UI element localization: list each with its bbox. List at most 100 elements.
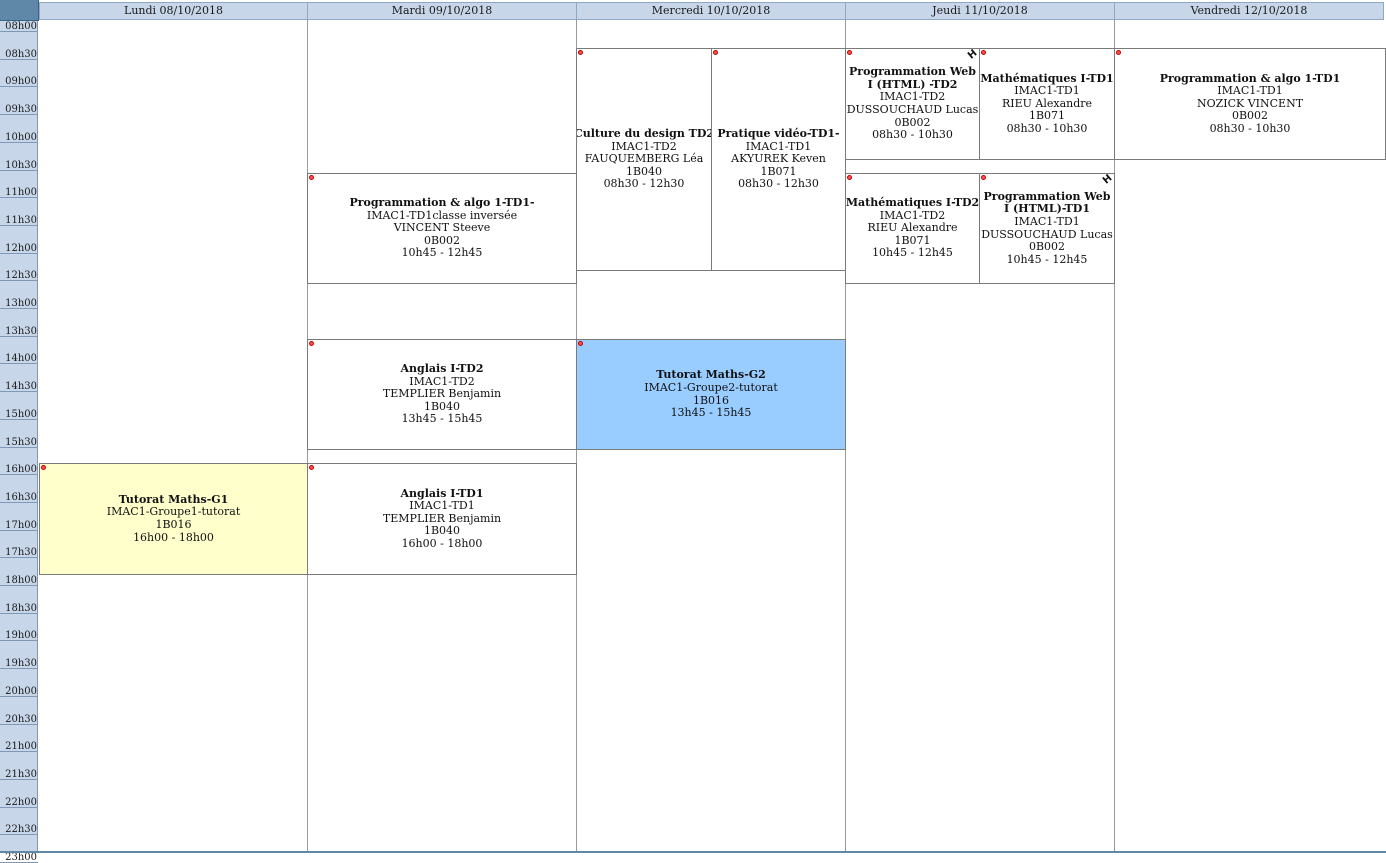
event-time: 13h45 - 15h45 <box>670 406 752 420</box>
status-dot-icon <box>713 50 718 55</box>
event-teacher: DUSSOUCHAUD Lucas <box>846 103 979 116</box>
event-group: IMAC1-TD1 <box>1014 84 1080 98</box>
event-room: 0B002 <box>1028 240 1066 254</box>
time-column: 08h00 08h30 09h00 09h30 10h00 10h30 11h00 11h30… <box>0 21 38 863</box>
time-label: 08h30 <box>5 48 37 60</box>
time-label: 22h00 <box>5 796 37 808</box>
time-label: 20h30 <box>5 713 37 725</box>
event-time: 16h00 - 18h00 <box>133 530 214 544</box>
event-time: 08h30 - 10h30 <box>1209 121 1291 135</box>
time-label: 20h00 <box>5 685 37 697</box>
time-label: 18h00 <box>5 575 37 586</box>
status-dot-icon <box>309 341 314 346</box>
event-pratique-video-td1[interactable]: Pratique vidéo-TD1- IMAC1-TD1 AKYUREK Ke… <box>711 48 846 271</box>
day-header-jeudi: Jeudi 11/10/2018 <box>845 2 1115 20</box>
time-label: 09h30 <box>5 104 37 116</box>
time-label: 13h00 <box>5 298 37 309</box>
time-label: 13h30 <box>5 325 37 337</box>
time-label: 23h00 <box>5 852 37 863</box>
time-label: 16h30 <box>5 491 37 503</box>
event-mathematiques-td2[interactable]: Mathématiques I-TD2 IMAC1-TD2 RIEU Alexa… <box>845 173 980 284</box>
event-programmation-algo-td1[interactable]: Programmation & algo 1-TD1- IMAC1-TD1cla… <box>307 173 577 284</box>
event-group: IMAC1-Groupe2-tutorat <box>644 380 778 394</box>
time-label: 15h00 <box>5 408 37 420</box>
event-time: 08h30 - 10h30 <box>872 128 953 142</box>
event-room: 1B071 <box>1028 109 1066 123</box>
time-label: 21h00 <box>5 741 37 753</box>
day-header-mardi: Mardi 09/10/2018 <box>307 2 577 20</box>
event-programmation-web-td2[interactable]: H Programmation Web I (HTML) -TD2 IMAC1-… <box>845 48 980 160</box>
status-dot-icon <box>847 175 852 180</box>
event-group: IMAC1-TD1 <box>409 499 475 513</box>
event-mathematiques-td1[interactable]: Mathématiques I-TD1 IMAC1-TD1 RIEU Alexa… <box>979 48 1115 160</box>
event-time: 08h30 - 12h30 <box>603 177 685 191</box>
time-label: 08h00 <box>5 21 37 32</box>
event-title: Anglais I-TD2 <box>400 362 484 376</box>
timetable: Lundi 08/10/2018 Mardi 09/10/2018 Mercre… <box>0 0 1386 863</box>
time-label: 10h00 <box>5 131 37 143</box>
event-title: Pratique vidéo-TD1- <box>717 127 840 141</box>
status-dot-icon <box>981 50 986 55</box>
time-label: 11h00 <box>5 187 37 199</box>
event-group: IMAC1-TD1 <box>1217 84 1283 98</box>
event-anglais-td2[interactable]: Anglais I-TD2 IMAC1-TD2 TEMPLIER Benjami… <box>307 339 577 450</box>
time-label: 09h00 <box>5 76 37 88</box>
time-label: 12h30 <box>5 270 37 282</box>
status-dot-icon <box>309 465 314 470</box>
event-time: 10h45 - 12h45 <box>1006 252 1088 266</box>
event-room: 1B016 <box>155 518 192 531</box>
event-programmation-algo-ven[interactable]: Programmation & algo 1-TD1 IMAC1-TD1 NOZ… <box>1114 48 1386 160</box>
time-label: 22h30 <box>5 824 37 836</box>
time-label: 19h00 <box>5 630 37 642</box>
status-dot-icon <box>981 175 986 180</box>
time-label: 14h00 <box>5 353 37 365</box>
event-time: 13h45 - 15h45 <box>401 412 483 426</box>
event-anglais-td1[interactable]: Anglais I-TD1 IMAC1-TD1 TEMPLIER Benjami… <box>307 463 577 575</box>
event-room: 0B002 <box>1231 109 1269 123</box>
day-header-vendredi: Vendredi 12/10/2018 <box>1114 2 1384 20</box>
event-title: Programmation & algo 1-TD1- <box>349 196 535 210</box>
day-header-mercredi: Mercredi 10/10/2018 <box>576 2 846 20</box>
time-label: 17h30 <box>5 547 37 559</box>
time-label: 16h00 <box>5 464 37 476</box>
event-title: Mathématiques I-TD2 <box>845 196 980 210</box>
event-title: Culture du design TD2 <box>576 127 712 141</box>
time-label: 21h30 <box>5 768 37 780</box>
day-header-lundi: Lundi 08/10/2018 <box>39 2 308 20</box>
event-teacher: VINCENT Steeve <box>393 221 491 235</box>
event-room: 1B040 <box>423 524 461 538</box>
time-label: 19h30 <box>5 658 37 670</box>
status-dot-icon <box>847 50 852 55</box>
event-time: 08h30 - 10h30 <box>1006 121 1088 135</box>
h-mark-icon: H <box>965 48 980 62</box>
time-label: 10h30 <box>5 159 37 171</box>
time-label: 17h00 <box>5 519 37 531</box>
time-label: 12h00 <box>5 242 37 254</box>
time-label: 11h30 <box>5 214 37 226</box>
event-time: 08h30 - 12h30 <box>738 177 819 191</box>
status-dot-icon <box>41 465 46 470</box>
event-time: 16h00 - 18h00 <box>401 536 483 550</box>
event-teacher: AKYUREK Keven <box>731 152 826 166</box>
day-column-lundi <box>39 20 308 851</box>
corner-cell <box>0 0 39 21</box>
status-dot-icon <box>1116 50 1121 55</box>
event-time: 10h45 - 12h45 <box>401 246 483 260</box>
event-time: 10h45 - 12h45 <box>872 246 953 260</box>
h-mark-icon: H <box>1100 173 1115 187</box>
event-tutorat-maths-g1[interactable]: Tutorat Maths-G1 IMAC1-Groupe1-tutorat 1… <box>39 463 308 575</box>
event-teacher: FAUQUEMBERG Léa <box>584 152 704 166</box>
time-label: 14h30 <box>5 381 37 393</box>
event-title: Programmation Web I (HTML)-TD1 <box>983 189 1111 216</box>
event-tutorat-maths-g2[interactable]: Tutorat Maths-G2 IMAC1-Groupe2-tutorat 1… <box>576 339 846 450</box>
status-dot-icon <box>578 341 583 346</box>
event-programmation-web-td1[interactable]: H Programmation Web I (HTML)-TD1 IMAC1-T… <box>979 173 1115 284</box>
time-label: 18h30 <box>5 602 37 614</box>
status-dot-icon <box>578 50 583 55</box>
event-title: Programmation Web I (HTML) -TD2 <box>849 65 976 91</box>
time-label: 15h30 <box>5 436 37 448</box>
event-teacher: RIEU Alexandre <box>867 221 958 235</box>
event-culture-design-td2[interactable]: Culture du design TD2 IMAC1-TD2 FAUQUEMB… <box>576 48 712 271</box>
event-teacher: TEMPLIER Benjamin <box>382 387 502 401</box>
status-dot-icon <box>309 175 314 180</box>
